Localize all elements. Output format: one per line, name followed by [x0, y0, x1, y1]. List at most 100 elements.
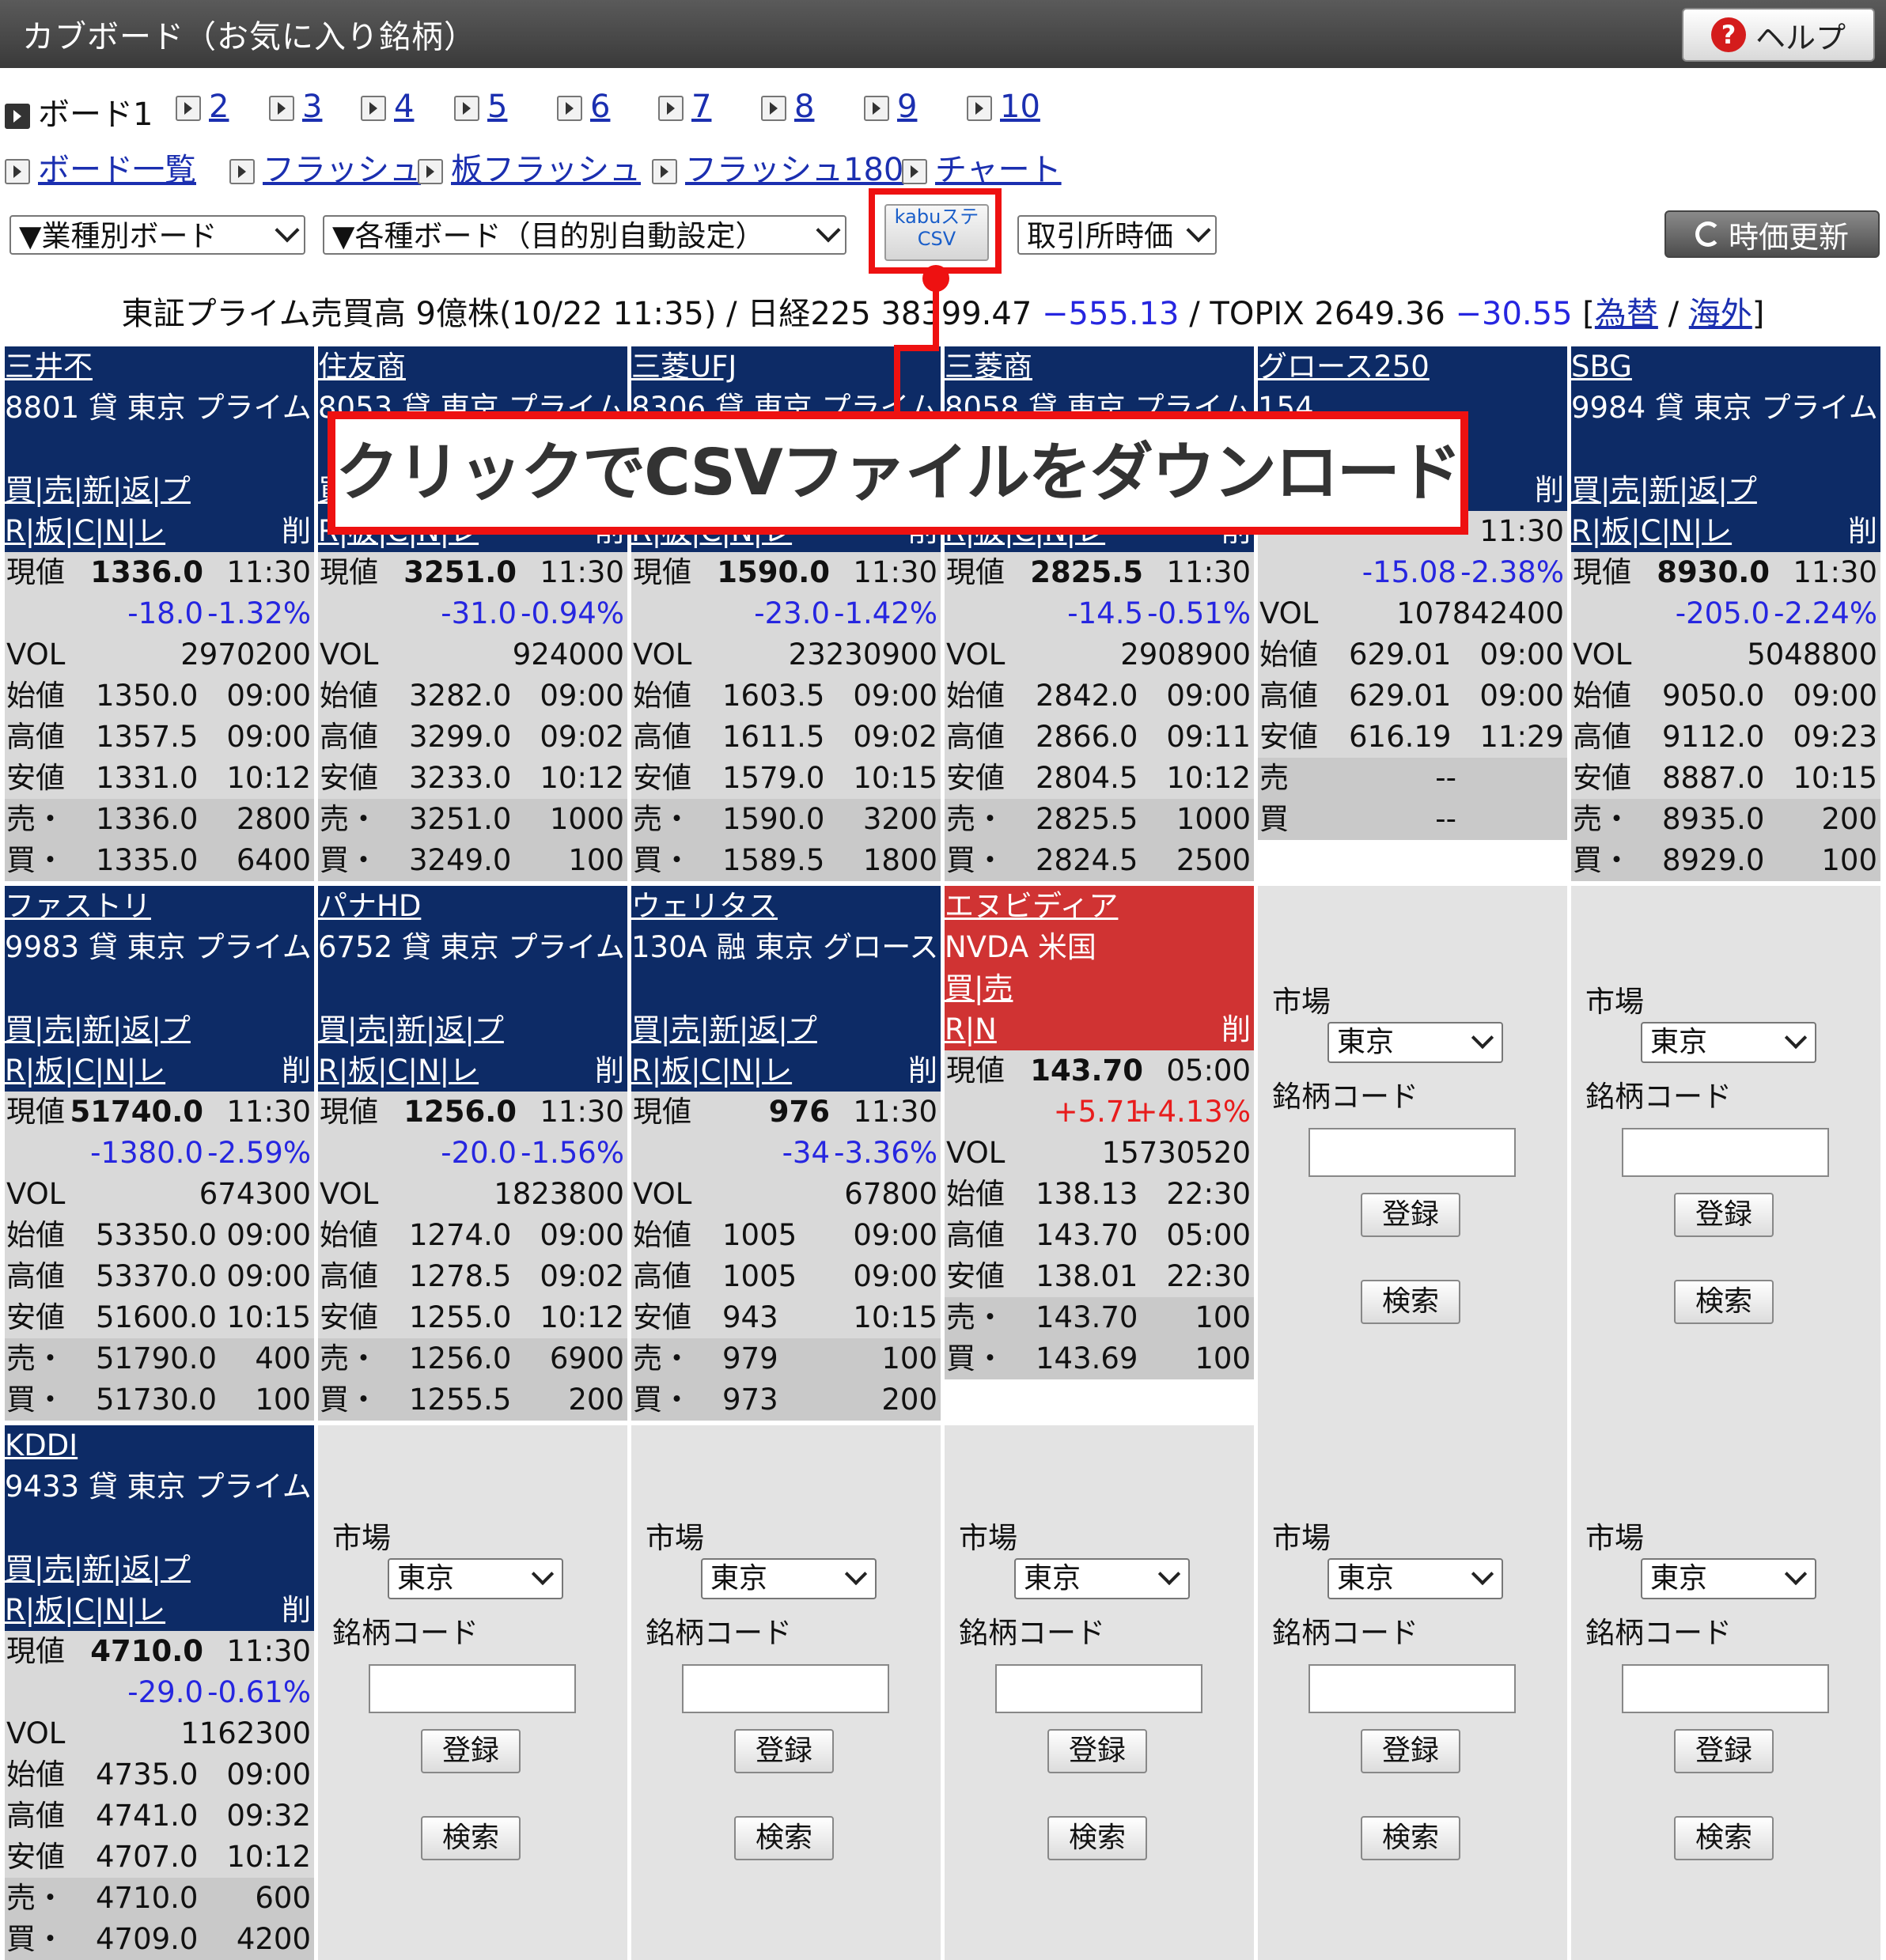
help-button[interactable]: ? ヘルプ	[1682, 8, 1875, 62]
tool-links[interactable]: R|N 削	[945, 1009, 1254, 1050]
tool-links[interactable]: R|板|C|N|レ 削	[1571, 511, 1880, 552]
search-button[interactable]: 検索	[1361, 1280, 1460, 1324]
row-time: 09:00	[226, 720, 311, 754]
market-select[interactable]: 東京	[1327, 1022, 1503, 1063]
search-button[interactable]: 検索	[1047, 1816, 1147, 1860]
register-button[interactable]: 登録	[421, 1729, 521, 1773]
trade-actions[interactable]: 買|売|新|返|プ	[631, 1009, 941, 1050]
overseas-link[interactable]: 海外	[1689, 296, 1752, 332]
row-label: 安値	[6, 1840, 65, 1874]
stock-name-link[interactable]: ファストリ	[5, 886, 314, 927]
stock-name-link[interactable]: 三菱商	[945, 346, 1254, 388]
row-label: 買・	[6, 1383, 65, 1417]
market-select[interactable]: 東京	[1641, 1022, 1816, 1063]
register-button[interactable]: 登録	[1047, 1729, 1147, 1773]
current-price: 2825.5	[1030, 555, 1143, 589]
tool-links-text: R|板|C|N|レ	[1571, 514, 1733, 548]
link-flash180[interactable]: フラッシュ180	[652, 144, 903, 190]
quote-row: 安値 1579.0 10:15	[631, 758, 941, 799]
market-select[interactable]: 東京	[1327, 1558, 1503, 1599]
trade-actions[interactable]: 買|売|新|返|プ	[1571, 470, 1880, 511]
search-button[interactable]: 検索	[1674, 1816, 1774, 1860]
link-flash[interactable]: フラッシュ	[229, 144, 421, 190]
index-name-link[interactable]: グロース250	[1258, 346, 1567, 388]
link-chart[interactable]: チャート	[902, 144, 1062, 190]
delete-link[interactable]: 削	[1848, 511, 1880, 552]
board-tab-7[interactable]: 7	[658, 89, 711, 125]
current-price: 1590.0	[717, 555, 830, 589]
register-button[interactable]: 登録	[1361, 1193, 1460, 1237]
stock-name-link[interactable]: ウェリタス	[631, 886, 941, 927]
quote-row: 売・ 8935.0 200	[1571, 799, 1880, 840]
quote-row: 安値 616.19 11:29	[1258, 717, 1567, 758]
register-button[interactable]: 登録	[734, 1729, 834, 1773]
search-button[interactable]: 検索	[421, 1816, 521, 1860]
stock-code-input[interactable]	[1622, 1128, 1829, 1177]
delete-link[interactable]: 削	[595, 1050, 627, 1092]
csv-download-button[interactable]: kabuステ CSV	[884, 204, 989, 261]
stock-name-link[interactable]: 住友商	[318, 346, 627, 388]
fx-link[interactable]: 為替	[1595, 296, 1658, 332]
refresh-prices-button[interactable]: 時価更新	[1664, 210, 1880, 258]
market-select[interactable]: 東京	[701, 1558, 877, 1599]
board-tab-9[interactable]: 9	[864, 89, 917, 125]
link-board-list[interactable]: ボード一覧	[5, 144, 196, 190]
stock-info: 9433 貸 東京 プライム	[5, 1470, 312, 1504]
board-tab-4[interactable]: 4	[361, 89, 414, 125]
market-select[interactable]: 東京	[388, 1558, 563, 1599]
stock-code-input[interactable]	[369, 1664, 576, 1713]
trade-actions[interactable]: 買|売|新|返|プ	[318, 1009, 627, 1050]
board-tab-5[interactable]: 5	[454, 89, 507, 125]
stock-card-body: 現値 51740.0 11:30 -1380.0 -2.59% VOL 674300 始値 53…	[5, 1092, 314, 1421]
trade-actions[interactable]: 買|売	[945, 968, 1254, 1009]
search-button[interactable]: 検索	[734, 1816, 834, 1860]
stock-code-input[interactable]	[995, 1664, 1202, 1713]
trade-actions[interactable]: 買|売|新|返|プ	[5, 1549, 314, 1590]
stock-name-link[interactable]: パナHD	[318, 886, 627, 927]
board-tab-10[interactable]: 10	[967, 89, 1040, 125]
purpose-board-select[interactable]: ▼各種ボード（目的別自動設定）	[323, 215, 846, 255]
register-button[interactable]: 登録	[1674, 1193, 1774, 1237]
market-select[interactable]: 東京	[1641, 1558, 1816, 1599]
trade-actions-text: 買|売|新|返|プ	[5, 473, 191, 507]
board-tab-2[interactable]: 2	[176, 89, 229, 125]
row-label: 高値	[633, 720, 691, 754]
tool-links[interactable]: R|板|C|N|レ 削	[5, 1050, 314, 1092]
arrow-right-icon	[761, 96, 786, 121]
delete-link[interactable]: 削	[1221, 1009, 1254, 1050]
tool-links[interactable]: R|板|C|N|レ 削	[5, 511, 314, 552]
trade-actions[interactable]: 買|売|新|返|プ	[5, 1009, 314, 1050]
stock-code-input[interactable]	[1622, 1664, 1829, 1713]
sector-board-select[interactable]: ▼業種別ボード	[9, 215, 305, 255]
row-label: 売・	[6, 802, 65, 836]
board-tab-3[interactable]: 3	[269, 89, 322, 125]
row-value: 979	[722, 1341, 778, 1375]
tool-links[interactable]: R|板|C|N|レ 削	[318, 1050, 627, 1092]
search-button[interactable]: 検索	[1674, 1280, 1774, 1324]
trade-actions[interactable]: 買|売|新|返|プ	[5, 470, 314, 511]
link-board-flash[interactable]: 板フラッシュ	[418, 144, 641, 190]
delete-link[interactable]: 削	[282, 1590, 314, 1631]
stock-name-link[interactable]: 三井不	[5, 346, 314, 388]
delete-link[interactable]: 削	[282, 1050, 314, 1092]
search-button[interactable]: 検索	[1361, 1816, 1460, 1860]
tool-links[interactable]: R|板|C|N|レ 削	[5, 1590, 314, 1631]
stock-name-link[interactable]: SBG	[1571, 346, 1880, 388]
delete-link[interactable]: 削	[908, 1050, 941, 1092]
delete-link[interactable]: 削	[282, 511, 314, 552]
board-tab-6[interactable]: 6	[557, 89, 610, 125]
delete-link[interactable]: 削	[1535, 470, 1567, 511]
board-tab-8[interactable]: 8	[761, 89, 814, 125]
tool-links[interactable]: R|板|C|N|レ 削	[631, 1050, 941, 1092]
price-source-select[interactable]: 取引所時価	[1017, 215, 1217, 255]
stock-code-input[interactable]	[1308, 1128, 1516, 1177]
stock-name-link[interactable]: エヌビディア	[945, 886, 1254, 927]
stock-code-input[interactable]	[1308, 1664, 1516, 1713]
register-button[interactable]: 登録	[1361, 1729, 1460, 1773]
market-select[interactable]: 東京	[1014, 1558, 1190, 1599]
quote-row: 買・ 143.69 100	[945, 1338, 1254, 1379]
register-button[interactable]: 登録	[1674, 1729, 1774, 1773]
row-value: 9050.0	[1662, 679, 1765, 713]
stock-code-input[interactable]	[682, 1664, 889, 1713]
stock-name-link[interactable]: KDDI	[5, 1425, 314, 1466]
